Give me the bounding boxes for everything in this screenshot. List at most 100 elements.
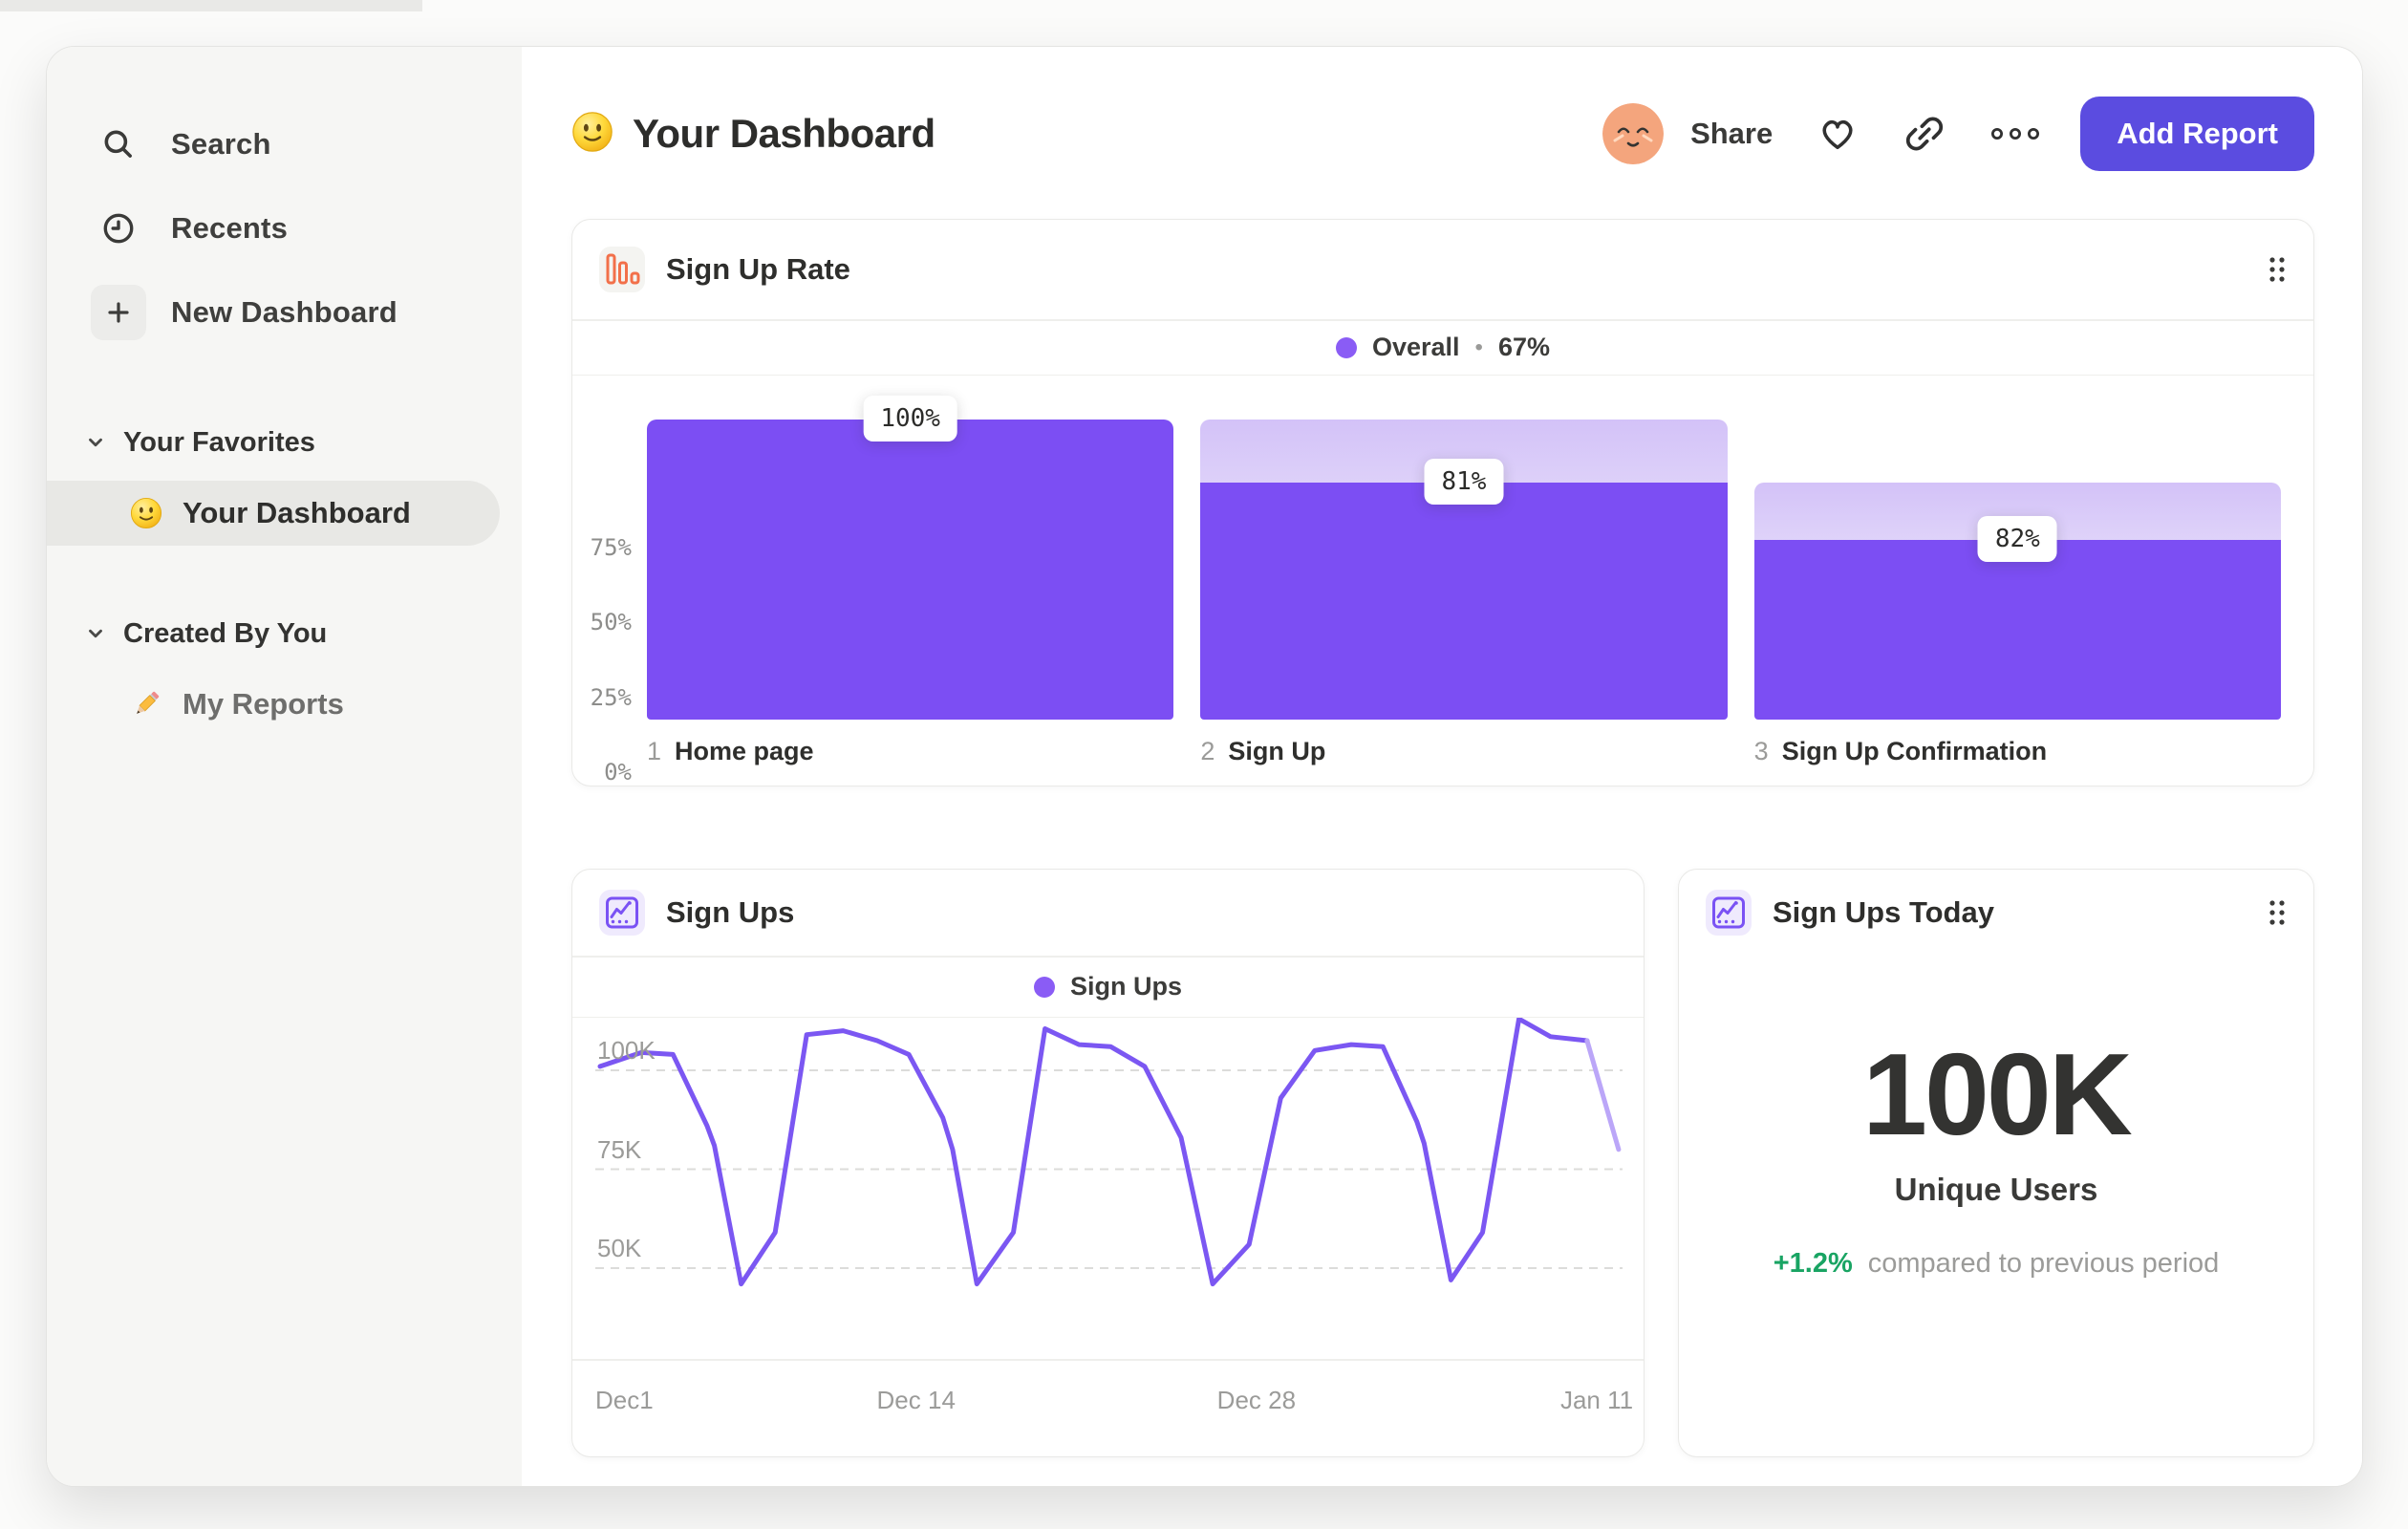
funnel-step-label: 1 Home page <box>647 737 1173 766</box>
line-legend[interactable]: Sign Ups <box>572 958 1644 1017</box>
funnel-value-label: 81% <box>1424 458 1504 505</box>
line-y-tick: 100K <box>597 1036 656 1065</box>
funnel-y-tick: 0% <box>604 759 632 786</box>
link-icon <box>1906 117 1944 151</box>
funnel-value-label: 100% <box>863 396 957 441</box>
sidebar-sections: Your Favorites Your Dashboard Created By Y… <box>47 416 522 737</box>
sidebar-item-label: Your Dashboard <box>183 496 411 529</box>
drag-handle-icon[interactable] <box>2268 898 2287 927</box>
funnel-y-tick: 50% <box>590 609 632 635</box>
line-chart <box>595 1018 1623 1287</box>
metric-delta-row: +1.2% compared to previous period <box>1774 1248 2220 1280</box>
smiley-emoji-icon <box>127 494 165 532</box>
line-series-incomplete-tail <box>1584 1038 1622 1152</box>
sign-ups-today-card-header: Sign Ups Today <box>1679 870 2313 956</box>
metric-label: Unique Users <box>1894 1172 2098 1208</box>
plus-icon <box>91 285 146 340</box>
avatar[interactable] <box>1602 103 1665 164</box>
sidebar-item-search[interactable]: Search <box>47 102 522 186</box>
sidebar-item-your-dashboard[interactable]: Your Dashboard <box>47 481 500 546</box>
sidebar-section: Your Favorites Your Dashboard <box>47 416 522 546</box>
funnel-step-name: Sign Up Confirmation <box>1781 737 2048 765</box>
screen: Search Recents New Dashboard Your Favorite… <box>0 0 2408 1529</box>
sidebar: Search Recents New Dashboard Your Favorite… <box>47 47 522 1486</box>
favorite-heart-button[interactable] <box>1817 113 1859 155</box>
line-plot: 100K 75K 50K <box>595 1018 1623 1359</box>
share-button[interactable]: Share <box>1690 117 1773 151</box>
line-x-tick: Dec1 <box>595 1385 654 1414</box>
funnel-step-index: 1 <box>647 737 662 765</box>
sidebar-item-my-reports[interactable]: My Reports <box>47 672 500 737</box>
funnel-bar[interactable]: 81% <box>1200 420 1728 720</box>
sign-ups-card: Sign Ups Sign Ups 100K 75K 50K Dec1 Dec 14 D… <box>571 869 1645 1457</box>
sidebar-section-label: Created By You <box>123 617 328 649</box>
chevron-down-icon <box>85 430 110 455</box>
heart-icon <box>1822 119 1853 150</box>
sidebar-item-label: New Dashboard <box>171 295 398 329</box>
drag-handle-icon[interactable] <box>2268 255 2287 284</box>
line-y-tick: 50K <box>597 1234 642 1262</box>
funnel-step-sign-up-confirmation: 82% 3 Sign Up Confirmation <box>1753 420 2281 786</box>
funnel-y-tick: 25% <box>590 683 632 711</box>
dashboard-title-group: Your Dashboard <box>571 111 935 158</box>
line-series-sign-ups <box>597 1018 1590 1287</box>
more-options-button[interactable] <box>1990 127 2040 140</box>
clock-icon <box>91 201 146 256</box>
metric-value: 100K <box>1862 1029 2133 1159</box>
bottom-row: Sign Ups Sign Ups 100K 75K 50K Dec1 Dec 14 D… <box>571 869 2314 1457</box>
line-x-tick: Dec 28 <box>1216 1385 1297 1414</box>
pencil-emoji-icon <box>127 685 165 723</box>
sign-up-rate-card: Sign Up Rate Overall • 67% 75% 50% 25% 0… <box>571 219 2314 786</box>
funnel-legend[interactable]: Overall • 67% <box>572 321 2313 375</box>
funnel-step-name: Sign Up <box>1228 737 1326 765</box>
funnel-step-index: 3 <box>1753 737 1769 765</box>
sidebar-item-label: Recents <box>171 211 289 245</box>
legend-separator: • <box>1474 334 1483 360</box>
funnel-chart: 75% 50% 25% 0% 100% 1 Home page 81% 2 Sign Up 82%… <box>572 376 2313 786</box>
ellipsis-icon <box>1991 128 2040 140</box>
funnel-step-label: 2 Sign Up <box>1200 737 1727 766</box>
funnel-bars: 100% 1 Home page 81% 2 Sign Up 82% 3 Sign Up Con… <box>647 396 2281 786</box>
sidebar-section: Created By You My Reports <box>47 607 522 737</box>
sidebar-item-label: My Reports <box>183 687 344 721</box>
metric-delta-note: compared to previous period <box>1867 1248 2220 1280</box>
dashboard-topbar: Your Dashboard Share Add Report <box>571 95 2314 173</box>
legend-label: Overall <box>1371 333 1460 361</box>
funnel-y-axis: 75% 50% 25% 0% <box>572 420 647 786</box>
line-x-axis: Dec1 Dec 14 Dec 28 Jan 11 <box>595 1361 1633 1457</box>
sidebar-item-recents[interactable]: Recents <box>47 186 522 270</box>
legend-dot <box>1033 976 1055 998</box>
sidebar-item-new-dashboard[interactable]: New Dashboard <box>47 270 522 355</box>
funnel-step-name: Home page <box>675 737 814 765</box>
main-content: Your Dashboard Share Add Report Sign Up … <box>522 47 2362 1486</box>
sidebar-section-header-created-by-you[interactable]: Created By You <box>47 607 522 660</box>
sidebar-section-label: Your Favorites <box>123 426 315 458</box>
page-title: Your Dashboard <box>633 111 935 156</box>
app-window: Search Recents New Dashboard Your Favorite… <box>46 46 2363 1487</box>
metric-body: 100K Unique Users +1.2% compared to prev… <box>1679 956 2313 1456</box>
metric-delta: +1.2% <box>1773 1248 1853 1280</box>
line-x-tick: Jan 11 <box>1559 1385 1634 1414</box>
sidebar-item-label: Search <box>171 127 271 161</box>
card-title: Sign Ups <box>666 895 795 929</box>
line-chart-icon <box>1706 890 1752 936</box>
funnel-bar[interactable]: 100% <box>647 396 1174 720</box>
copy-link-button[interactable] <box>1903 112 1946 156</box>
sign-ups-today-card: Sign Ups Today 100K Unique Users +1.2% c… <box>1678 869 2314 1457</box>
line-x-tick: Dec 14 <box>876 1385 956 1414</box>
add-report-button[interactable]: Add Report <box>2080 97 2314 171</box>
smiley-emoji-icon <box>571 111 613 158</box>
funnel-bar-converted-segment <box>1200 482 1728 720</box>
line-y-tick: 75K <box>597 1134 642 1164</box>
funnel-bar-converted-segment <box>647 420 1174 720</box>
legend-dot <box>1335 336 1357 358</box>
sidebar-nav: Search Recents New Dashboard <box>47 102 522 355</box>
funnel-bar[interactable]: 82% <box>1753 420 2281 720</box>
line-chart-icon <box>599 890 645 936</box>
funnel-step-index: 2 <box>1200 737 1215 765</box>
card-title: Sign Ups Today <box>1773 895 1994 929</box>
search-icon <box>91 117 146 172</box>
funnel-step-label: 3 Sign Up Confirmation <box>1754 737 2281 766</box>
sidebar-section-header-your-favorites[interactable]: Your Favorites <box>47 416 522 469</box>
sign-ups-card-header: Sign Ups <box>572 870 1644 956</box>
